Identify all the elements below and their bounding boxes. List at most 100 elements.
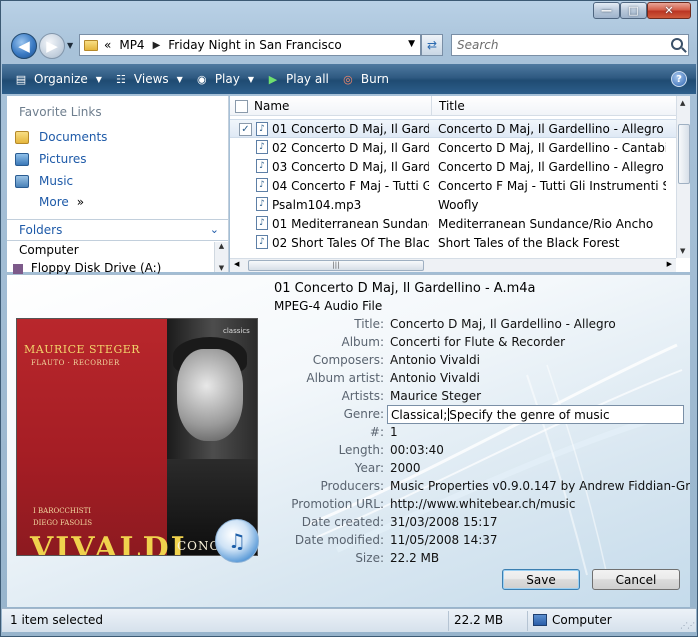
property-value[interactable]: Antonio Vivaldi bbox=[390, 353, 480, 367]
burn-label: Burn bbox=[360, 72, 390, 86]
breadcrumb-current-folder[interactable]: Friday Night in San Francisco bbox=[168, 38, 341, 52]
scroll-down-icon[interactable]: ▼ bbox=[680, 247, 685, 255]
property-label: Genre: bbox=[343, 407, 384, 421]
property-value[interactable]: Music Properties v0.9.0.147 by Andrew Fi… bbox=[390, 479, 690, 493]
close-button[interactable]: ✕ bbox=[647, 2, 691, 19]
breadcrumb-mp4[interactable]: MP4 bbox=[119, 38, 144, 52]
audio-file-icon: ♪ bbox=[256, 140, 268, 154]
documents-folder-icon bbox=[15, 130, 29, 144]
favorite-link-pictures[interactable]: Pictures bbox=[15, 152, 87, 166]
file-row[interactable]: ♪ 02 Short Tales Of The Black Forest.m4a S… bbox=[230, 233, 676, 252]
file-row[interactable]: ♪ Psalm104.mp3 Woofly bbox=[230, 195, 676, 214]
file-title-cell: Concerto D Maj, Il Gardellino - Allegro bbox=[438, 159, 664, 174]
favorite-link-documents[interactable]: Documents bbox=[15, 130, 107, 144]
property-label: Composers: bbox=[312, 353, 384, 367]
status-divider bbox=[527, 611, 528, 631]
property-label: Date created: bbox=[301, 515, 384, 529]
chevron-down-icon: ▼ bbox=[247, 74, 254, 84]
recent-pages-dropdown[interactable]: ▼ bbox=[67, 41, 73, 50]
organize-button[interactable]: ▤ Organize ▼ bbox=[14, 72, 102, 86]
row-checkbox[interactable]: ✓ bbox=[239, 123, 252, 136]
property-row: Producers: Music Properties v0.9.0.147 by… bbox=[7, 479, 690, 495]
file-list-horizontal-scrollbar[interactable]: ◀ ||| ▶ bbox=[230, 258, 676, 272]
file-name-cell: 01 Mediterranean Sundance.m4a bbox=[272, 216, 429, 231]
scroll-up-icon[interactable]: ▲ bbox=[680, 99, 685, 107]
navigation-scrollbar[interactable]: ▲ ▼ bbox=[214, 242, 228, 272]
column-divider[interactable] bbox=[431, 96, 432, 116]
property-row: Album: Concerti for Flute & Recorder bbox=[7, 335, 690, 351]
forward-arrow-icon: ▶ bbox=[46, 37, 58, 55]
search-icon[interactable] bbox=[671, 38, 683, 50]
resize-grip-icon[interactable]: ⋰⋰ bbox=[680, 621, 695, 630]
play-all-button[interactable]: ▶ Play all bbox=[266, 72, 329, 86]
scroll-thumb[interactable] bbox=[678, 124, 690, 184]
address-dropdown-icon[interactable]: ▼ bbox=[408, 39, 415, 49]
favorite-link-more[interactable]: More » bbox=[39, 195, 84, 209]
refresh-icon: ⇄ bbox=[426, 38, 438, 52]
back-button[interactable]: ◀ bbox=[11, 33, 37, 59]
play-all-label: Play all bbox=[286, 72, 329, 86]
explorer-window: — □ ✕ ◀ ▶ ▼ « MP4 ▶ Friday Night in San … bbox=[0, 0, 698, 637]
property-value[interactable]: 2000 bbox=[390, 461, 421, 475]
file-row[interactable]: ♪ 04 Concerto F Maj - Tutti Gli Instrumen… bbox=[230, 176, 676, 195]
views-button[interactable]: ☷ Views ▼ bbox=[114, 72, 183, 86]
save-button[interactable]: Save bbox=[502, 569, 580, 590]
status-size: 22.2 MB bbox=[454, 613, 504, 627]
navigation-pane: Favorite Links Documents Pictures Music … bbox=[7, 96, 229, 275]
file-row[interactable]: ♪ 01 Mediterranean Sundance.m4a Mediterran… bbox=[230, 214, 676, 233]
tree-item-computer[interactable]: Computer bbox=[19, 243, 79, 257]
address-bar[interactable]: « MP4 ▶ Friday Night in San Francisco ▼ bbox=[79, 34, 421, 56]
minimize-button[interactable]: — bbox=[593, 2, 620, 19]
property-value[interactable]: Concerti for Flute & Recorder bbox=[390, 335, 565, 349]
favorite-link-music[interactable]: Music bbox=[15, 174, 73, 188]
help-button[interactable]: ? bbox=[671, 71, 687, 87]
maximize-button[interactable]: □ bbox=[620, 2, 647, 19]
column-header-row: Name Title bbox=[230, 96, 676, 116]
scroll-up-icon[interactable]: ▲ bbox=[219, 242, 224, 250]
property-label: Date modified: bbox=[294, 533, 384, 547]
property-value[interactable]: Concerto D Maj, Il Gardellino - Allegro bbox=[390, 317, 616, 331]
cancel-button[interactable]: Cancel bbox=[592, 569, 680, 590]
property-value[interactable]: 11/05/2008 14:37 bbox=[390, 533, 498, 547]
folder-icon bbox=[84, 39, 98, 51]
genre-field[interactable]: Classical; Specify the genre of music bbox=[387, 405, 684, 424]
column-header-name[interactable]: Name bbox=[254, 99, 289, 113]
folders-toggle[interactable]: Folders ⌄ bbox=[7, 219, 229, 241]
command-toolbar: ▤ Organize ▼ ☷ Views ▼ ◉ Play ▼ ▶ Play all … bbox=[2, 64, 696, 94]
property-row: Size: 22.2 MB bbox=[7, 551, 690, 567]
favorite-link-label: More bbox=[39, 195, 69, 209]
play-button[interactable]: ◉ Play ▼ bbox=[195, 72, 254, 86]
search-input[interactable]: Search bbox=[451, 34, 689, 56]
property-value[interactable]: Maurice Steger bbox=[390, 389, 481, 403]
select-all-checkbox[interactable] bbox=[235, 100, 248, 113]
tree-item-floppy[interactable]: Floppy Disk Drive (A:) bbox=[13, 261, 161, 275]
pictures-folder-icon bbox=[15, 152, 29, 166]
scroll-left-icon[interactable]: ◀ bbox=[234, 260, 239, 268]
property-value[interactable]: 22.2 MB bbox=[390, 551, 439, 565]
file-list-vertical-scrollbar[interactable]: ▲ ▼ bbox=[676, 96, 690, 258]
forward-button[interactable]: ▶ bbox=[39, 33, 65, 59]
file-name-cell: 04 Concerto F Maj - Tutti Gli Instrument… bbox=[272, 178, 429, 193]
file-row[interactable]: ♪ 02 Concerto D Maj, Il Gardellino - Cant… bbox=[230, 138, 676, 157]
file-title-cell: Concerto D Maj, Il Gardellino - Cantabil… bbox=[438, 140, 666, 155]
file-row[interactable]: ✓ ♪ 01 Concerto D Maj, Il Gardellino - A.m… bbox=[230, 119, 676, 138]
property-value[interactable]: 31/03/2008 15:17 bbox=[390, 515, 498, 529]
property-row: Album artist: Antonio Vivaldi bbox=[7, 371, 690, 387]
scroll-down-icon[interactable]: ▼ bbox=[219, 264, 224, 272]
audio-file-icon: ♪ bbox=[256, 178, 268, 192]
property-value[interactable]: 1 bbox=[390, 425, 398, 439]
scroll-thumb[interactable]: ||| bbox=[248, 260, 424, 271]
property-label: #: bbox=[369, 425, 384, 439]
property-row: Artists: Maurice Steger bbox=[7, 389, 690, 405]
scroll-right-icon[interactable]: ▶ bbox=[667, 260, 672, 268]
refresh-button[interactable]: ⇄ bbox=[421, 34, 443, 56]
property-value[interactable]: Antonio Vivaldi bbox=[390, 371, 480, 385]
burn-button[interactable]: ◎ Burn bbox=[341, 72, 389, 86]
file-row[interactable]: ♪ 03 Concerto D Maj, Il Gardellino - Alle… bbox=[230, 157, 676, 176]
column-header-title[interactable]: Title bbox=[439, 99, 465, 113]
breadcrumb-separator-icon[interactable]: ▶ bbox=[153, 40, 161, 51]
property-value[interactable]: http://www.whitebear.ch/music bbox=[390, 497, 575, 511]
burn-disc-icon: ◎ bbox=[343, 72, 353, 86]
property-value[interactable]: 00:03:40 bbox=[390, 443, 444, 457]
breadcrumb-overflow[interactable]: « bbox=[104, 38, 111, 52]
